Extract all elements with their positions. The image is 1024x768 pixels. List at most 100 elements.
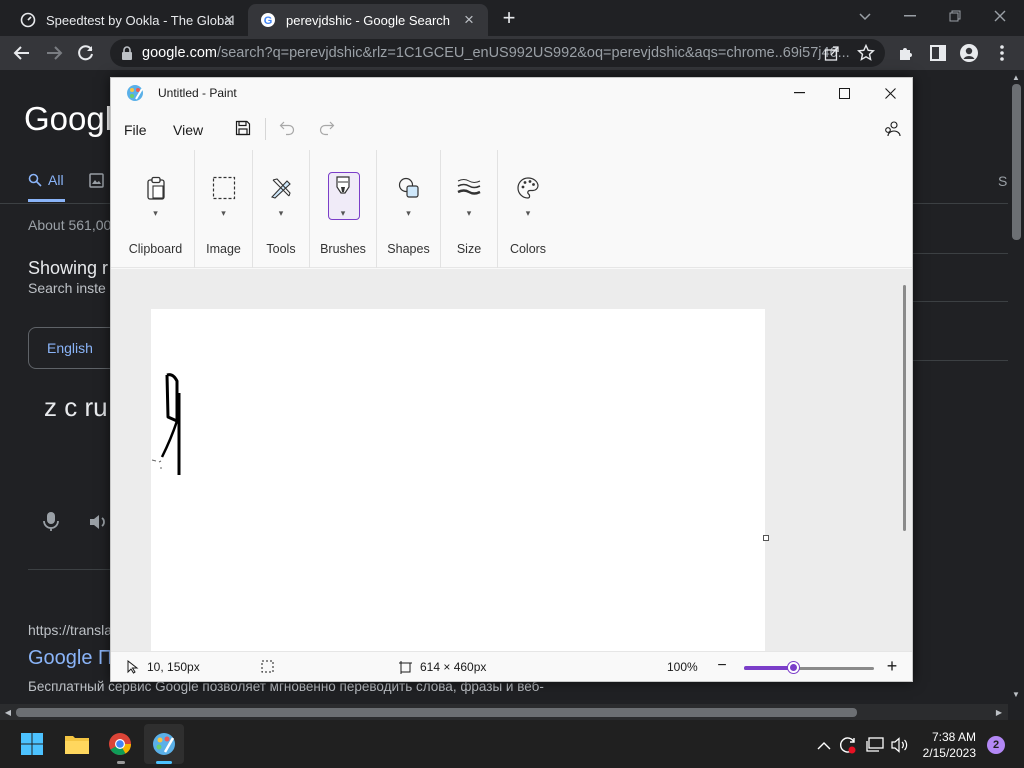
shapes-icon: [393, 172, 425, 204]
address-bar[interactable]: google.com/search?q=perevjdshic&rlz=1C1G…: [110, 39, 885, 67]
network-icon[interactable]: [865, 735, 885, 755]
microphone-icon[interactable]: [41, 510, 61, 537]
paint-window: Untitled - Paint File View ▾ Clipboard ▾…: [110, 77, 913, 682]
translation-text: z c ru: [44, 392, 108, 422]
zoom-out-button[interactable]: −: [714, 657, 730, 674]
paint-title-bar[interactable]: Untitled - Paint: [111, 78, 912, 108]
scroll-right-arrow-icon[interactable]: ▶: [994, 706, 1004, 718]
close-tab-icon[interactable]: ×: [220, 10, 238, 29]
close-tab-icon[interactable]: ×: [460, 10, 478, 29]
active-indicator: [156, 761, 172, 764]
group-label: Size: [456, 242, 482, 256]
chevron-down-icon[interactable]: ▾: [467, 208, 472, 219]
zoom-slider-thumb[interactable]: [788, 662, 799, 673]
tab-title: perevjdshic - Google Search: [286, 12, 451, 28]
extensions-icon[interactable]: [894, 41, 918, 65]
chrome-taskbar-button[interactable]: [100, 724, 140, 764]
tools-icon: [265, 172, 297, 204]
canvas-resize-handle[interactable]: [763, 535, 769, 541]
paint-taskbar-button[interactable]: [144, 724, 184, 764]
bookmark-star-icon[interactable]: [854, 41, 878, 65]
selection-size: [261, 660, 274, 673]
back-icon[interactable]: [10, 41, 34, 65]
menu-file[interactable]: File: [124, 122, 147, 138]
group-label: Brushes: [320, 242, 366, 256]
group-tools[interactable]: ▾ Tools: [253, 150, 310, 268]
sync-icon[interactable]: [838, 735, 858, 755]
palette-icon: [512, 172, 544, 204]
tab-google-search[interactable]: G perevjdshic - Google Search ×: [248, 4, 488, 36]
group-image[interactable]: ▾ Image: [195, 150, 253, 268]
zoom-level: 100%: [667, 660, 698, 674]
canvas-size: 614 × 460px: [399, 660, 486, 674]
forward-icon[interactable]: [42, 41, 66, 65]
canvas-size-value: 614 × 460px: [420, 660, 487, 674]
speaker-icon[interactable]: [88, 512, 110, 537]
url-path: /search?q=perevjdshic&rlz=1C1GCEU_enUS99…: [216, 45, 850, 61]
search-tab-all[interactable]: All: [28, 172, 64, 188]
search-tab-all-label: All: [48, 172, 64, 188]
chevron-down-icon[interactable]: ▾: [406, 208, 411, 219]
group-clipboard[interactable]: ▾ Clipboard: [117, 150, 195, 268]
chrome-icon: [109, 733, 131, 755]
paint-maximize-icon[interactable]: [821, 78, 867, 108]
canvas-area[interactable]: [111, 269, 912, 651]
minimize-icon[interactable]: [890, 4, 930, 28]
page-horizontal-scroll-thumb[interactable]: [16, 708, 857, 717]
canvas-scrollbar[interactable]: [903, 285, 906, 531]
chevron-down-icon[interactable]: ▾: [526, 208, 531, 219]
restore-icon[interactable]: [935, 4, 975, 28]
page-vertical-scroll-thumb[interactable]: [1012, 84, 1021, 240]
selection-size-icon: [261, 660, 274, 673]
share-icon[interactable]: [820, 41, 844, 65]
save-icon[interactable]: [233, 118, 253, 138]
zoom-in-button[interactable]: +: [884, 656, 900, 676]
paint-minimize-icon[interactable]: [776, 78, 822, 108]
spelling-showing: Showing r: [28, 258, 109, 278]
search-tools-link[interactable]: S: [998, 173, 1007, 189]
scroll-left-arrow-icon[interactable]: ◀: [3, 706, 13, 718]
chevron-down-icon[interactable]: ▾: [279, 208, 284, 219]
redo-icon[interactable]: [317, 118, 337, 138]
result-url[interactable]: https://transla: [28, 622, 112, 638]
close-window-icon[interactable]: [980, 4, 1020, 28]
taskbar-clock[interactable]: 7:38 AM 2/15/2023: [916, 729, 976, 761]
size-icon: [453, 172, 485, 204]
menu-view[interactable]: View: [173, 122, 203, 138]
tab-speedtest[interactable]: Speedtest by Ookla - The Global ×: [8, 4, 248, 36]
notification-badge[interactable]: 2: [987, 736, 1005, 754]
divider: [910, 301, 1010, 302]
tab-search-chevron-icon[interactable]: [856, 7, 874, 25]
paint-close-icon[interactable]: [867, 78, 913, 108]
result-title-link[interactable]: Google П: [28, 647, 112, 670]
volume-icon[interactable]: [890, 735, 910, 755]
scroll-down-arrow-icon[interactable]: ▼: [1010, 689, 1022, 699]
chevron-down-icon[interactable]: ▾: [221, 208, 226, 219]
group-shapes[interactable]: ▾ Shapes: [377, 150, 441, 268]
chrome-menu-icon[interactable]: [990, 41, 1014, 65]
group-size[interactable]: ▾ Size: [441, 150, 498, 268]
group-label: Tools: [266, 242, 296, 256]
profile-icon[interactable]: [957, 41, 981, 65]
paint-app-icon: [126, 84, 144, 105]
chevron-down-icon[interactable]: ▾: [341, 208, 346, 219]
new-tab-button[interactable]: +: [498, 5, 520, 30]
scroll-up-arrow-icon[interactable]: ▲: [1010, 72, 1022, 82]
account-settings-icon[interactable]: [882, 118, 904, 140]
drawing-canvas[interactable]: [151, 309, 765, 651]
side-panel-icon[interactable]: [926, 41, 950, 65]
menu-divider: [265, 118, 266, 140]
lock-icon[interactable]: [120, 45, 134, 61]
group-colors[interactable]: ▾ Colors: [498, 150, 558, 268]
file-explorer-button[interactable]: [57, 724, 97, 764]
chevron-down-icon[interactable]: ▾: [153, 208, 158, 219]
start-button[interactable]: [12, 724, 52, 764]
spelling-instead-link[interactable]: Search inste: [28, 280, 106, 296]
reload-icon[interactable]: [74, 41, 98, 65]
paint-icon: [153, 733, 175, 755]
images-tab-icon[interactable]: [89, 173, 104, 193]
paint-status-bar: 10, 150px 614 × 460px 100% − +: [111, 651, 912, 681]
group-brushes[interactable]: ▾ Brushes: [310, 150, 377, 268]
undo-icon[interactable]: [277, 118, 297, 138]
show-hidden-icons-chevron-icon[interactable]: [814, 735, 834, 755]
